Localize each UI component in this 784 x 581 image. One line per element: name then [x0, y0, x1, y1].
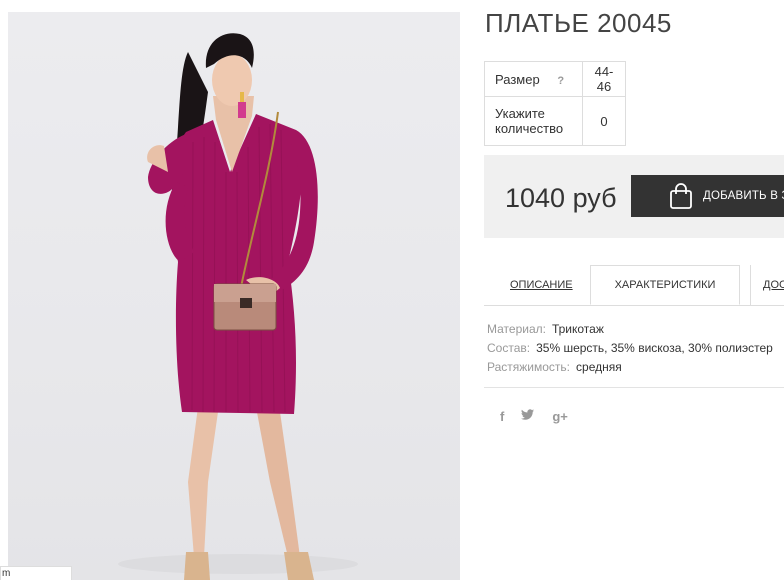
product-tabs: ОПИСАНИЕ ХАРАКТЕРИСТИКИ ДОС — [484, 265, 784, 306]
model-in-dress-image — [118, 33, 358, 580]
shopping-bag-icon — [669, 182, 693, 210]
facebook-icon[interactable]: f — [500, 409, 504, 425]
property-value: средняя — [576, 360, 622, 374]
quantity-label: Укажите количество — [484, 96, 583, 146]
googleplus-icon[interactable]: g+ — [552, 409, 568, 425]
characteristics-list: Материал: Трикотаж Состав: 35% шерсть, 35%… — [487, 320, 773, 377]
price: 1040 руб — [505, 183, 617, 213]
product-photo[interactable] — [8, 12, 460, 580]
property-row: Растяжимость: средняя — [487, 358, 773, 377]
price-box: 1040 руб ДОБАВИТЬ В З — [484, 155, 784, 238]
property-row: Состав: 35% шерсть, 35% вискоза, 30% поли… — [487, 339, 773, 358]
product-options-table: Размер ? 44-46 Укажите количество 0 — [484, 61, 626, 146]
size-label-cell: Размер ? — [484, 61, 583, 97]
property-value: 35% шерсть, 35% вискоза, 30% полиэстер — [536, 341, 773, 355]
property-key: Состав: — [487, 341, 531, 355]
quantity-input[interactable]: 0 — [582, 96, 626, 146]
size-row: Размер ? 44-46 — [484, 61, 626, 97]
divider — [484, 387, 784, 388]
size-select[interactable]: 44-46 — [582, 61, 626, 97]
property-key: Растяжимость: — [487, 360, 571, 374]
photo-corner-label: m — [0, 566, 72, 580]
property-row: Материал: Трикотаж — [487, 320, 773, 339]
tab-description[interactable]: ОПИСАНИЕ — [510, 265, 573, 305]
social-share: f g+ — [500, 409, 568, 425]
product-title: ПЛАТЬЕ 20045 — [485, 8, 672, 38]
tab-delivery[interactable]: ДОС — [750, 265, 784, 305]
twitter-icon[interactable] — [521, 409, 535, 425]
quantity-row: Укажите количество 0 — [484, 96, 626, 146]
property-key: Материал: — [487, 322, 546, 336]
tab-characteristics[interactable]: ХАРАКТЕРИСТИКИ — [590, 265, 740, 305]
size-help-icon[interactable]: ? — [557, 75, 564, 87]
size-label: Размер — [495, 71, 540, 87]
add-to-cart-label: ДОБАВИТЬ В З — [703, 190, 784, 202]
add-to-cart-button[interactable]: ДОБАВИТЬ В З — [631, 175, 784, 217]
property-value: Трикотаж — [551, 322, 604, 336]
